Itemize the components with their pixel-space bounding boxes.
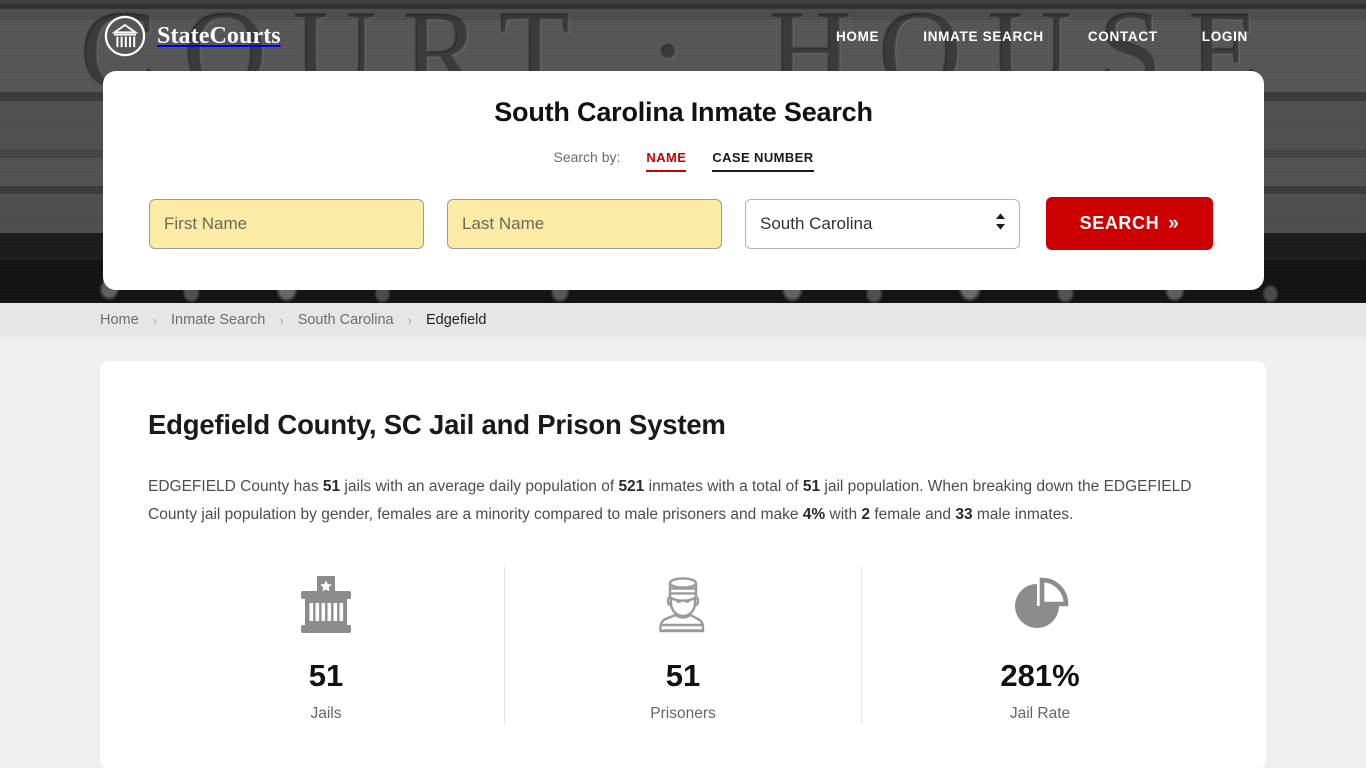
summary-text: male inmates.	[972, 506, 1074, 523]
state-select[interactable]: South Carolina	[745, 198, 1020, 249]
stat-jails: 51 Jails	[148, 567, 504, 723]
summary-text: EDGEFIELD County has	[148, 478, 323, 495]
summary-text: inmates with a total of	[644, 478, 803, 495]
top-navigation-bar: StateCourts HOME INMATE SEARCH CONTACT L…	[0, 0, 1366, 72]
inmate-search-card: South Carolina Inmate Search Search by: …	[103, 71, 1264, 290]
main-nav: HOME INMATE SEARCH CONTACT LOGIN	[836, 29, 1248, 44]
stat-jail-rate: 281% Jail Rate	[861, 567, 1218, 723]
stat-jails-label: Jails	[310, 705, 342, 722]
stat-prisoners-label: Prisoners	[650, 705, 716, 722]
breadcrumb-item-current: Edgefield	[425, 312, 487, 328]
page-title: Edgefield County, SC Jail and Prison Sys…	[148, 409, 726, 440]
summary-male-count-value: 33	[955, 506, 973, 523]
search-by-row: Search by: NAME CASE NUMBER	[103, 149, 1264, 172]
nav-item-inmate-search[interactable]: INMATE SEARCH	[923, 29, 1044, 44]
nav-item-login[interactable]: LOGIN	[1202, 29, 1248, 44]
stat-jail-rate-value: 281%	[1000, 658, 1080, 693]
courthouse-logo-icon	[104, 15, 146, 57]
chevron-right-icon: ›	[279, 312, 284, 328]
search-card-title: South Carolina Inmate Search	[494, 97, 873, 127]
search-button-label: SEARCH	[1079, 213, 1160, 233]
tab-name[interactable]: NAME	[646, 150, 687, 172]
summary-female-pct-value: 4%	[802, 506, 826, 523]
breadcrumb-item-south-carolina[interactable]: South Carolina	[298, 312, 394, 328]
search-by-label: Search by:	[553, 149, 621, 165]
search-submit-button[interactable]: SEARCH »	[1046, 197, 1213, 250]
summary-text: female and	[870, 506, 956, 523]
summary-text: with	[825, 506, 862, 523]
brand-logo-link[interactable]: StateCourts	[104, 15, 281, 57]
tab-case-number[interactable]: CASE NUMBER	[712, 150, 814, 172]
page-body: Edgefield County, SC Jail and Prison Sys…	[0, 337, 1366, 768]
nav-item-contact[interactable]: CONTACT	[1088, 29, 1158, 44]
breadcrumb-item-inmate-search[interactable]: Inmate Search	[171, 312, 265, 328]
summary-jails-value: 51	[322, 478, 341, 495]
summary-adp-value: 521	[618, 478, 645, 495]
last-name-input[interactable]	[447, 198, 722, 249]
state-select-wrapper: South Carolina	[745, 198, 1020, 249]
stat-jails-value: 51	[308, 658, 344, 693]
chevron-right-icon: ›	[407, 312, 412, 328]
breadcrumb-item-home[interactable]: Home	[100, 312, 139, 328]
first-name-input[interactable]	[149, 198, 424, 249]
search-form: South Carolina SEARCH »	[103, 197, 1264, 250]
county-content-card: Edgefield County, SC Jail and Prison Sys…	[100, 361, 1266, 768]
prisoner-icon	[505, 575, 861, 637]
summary-text: jails with an average daily population o…	[340, 478, 619, 495]
jail-bars-icon	[148, 575, 504, 637]
stats-row: 51 Jails 51 Prisoners 281% Jail Rate	[148, 567, 1218, 723]
chevron-right-icon: ›	[152, 312, 158, 328]
hero-header: COURT · HOUSE StateCourts HOME INMATE SE…	[0, 0, 1366, 303]
pie-chart-icon	[862, 575, 1218, 637]
summary-female-count-value: 2	[861, 506, 871, 523]
county-summary-paragraph: EDGEFIELD County has 51 jails with an av…	[148, 473, 1218, 529]
summary-total-value: 51	[802, 478, 821, 495]
stat-prisoners-value: 51	[665, 658, 701, 693]
double-chevron-right-icon: »	[1168, 213, 1180, 234]
stat-prisoners: 51 Prisoners	[504, 567, 861, 723]
brand-name-text: StateCourts	[157, 22, 281, 49]
breadcrumb: Home › Inmate Search › South Carolina › …	[0, 303, 1366, 337]
stat-jail-rate-label: Jail Rate	[1009, 705, 1071, 722]
nav-item-home[interactable]: HOME	[836, 29, 879, 44]
